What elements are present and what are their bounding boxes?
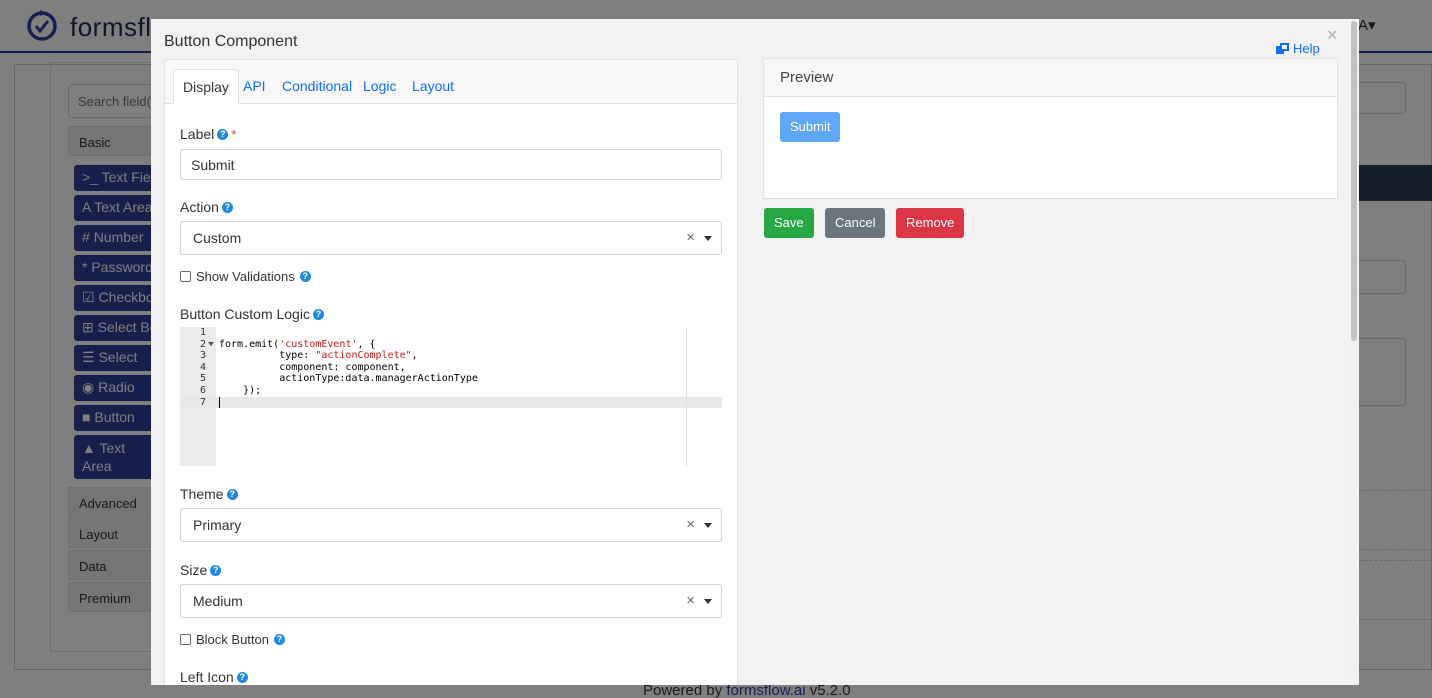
external-link-icon xyxy=(1276,43,1289,54)
tab-conditional[interactable]: Conditional xyxy=(273,69,361,104)
left-icon-text: Left Icon xyxy=(180,669,234,685)
question-circle-icon[interactable]: ? xyxy=(221,201,233,213)
question-circle-icon[interactable]: ? xyxy=(274,634,285,645)
print-margin xyxy=(686,327,687,466)
fold-arrow-icon[interactable] xyxy=(208,342,214,346)
code-line: actionType:data.managerActionType xyxy=(219,373,478,385)
tab-display[interactable]: Display xyxy=(173,69,239,105)
line-number: 5 xyxy=(199,373,206,385)
chevron-down-icon[interactable] xyxy=(704,236,712,241)
help-label: Help xyxy=(1293,41,1320,56)
code-line: component: component, xyxy=(219,361,406,373)
edit-tabs: Display API Conditional Logic Layout xyxy=(165,60,737,105)
clear-icon[interactable]: × xyxy=(686,229,695,246)
scrollbar-thumb[interactable] xyxy=(1351,21,1357,341)
custom-logic-text: Button Custom Logic xyxy=(180,306,310,322)
label-text: Label xyxy=(180,126,215,142)
tab-api[interactable]: API xyxy=(234,69,275,104)
required-marker: * xyxy=(231,126,237,142)
question-circle-icon[interactable]: ? xyxy=(226,488,238,500)
line-number: 7 xyxy=(199,396,206,408)
question-circle-icon[interactable]: ? xyxy=(217,128,229,140)
block-button-checkbox[interactable]: Block Button ? xyxy=(180,632,285,647)
size-field-label: Size ? xyxy=(180,562,222,578)
line-number: 6 xyxy=(199,385,206,396)
size-select[interactable]: Medium × xyxy=(180,584,722,618)
theme-value: Primary xyxy=(193,517,242,533)
size-value: Medium xyxy=(193,593,243,609)
question-circle-icon[interactable]: ? xyxy=(210,564,222,576)
label-field-label: Label ? * xyxy=(180,126,236,142)
question-circle-icon[interactable]: ? xyxy=(312,308,324,320)
text-cursor xyxy=(219,397,220,408)
theme-text: Theme xyxy=(180,486,224,502)
edit-form-panel: Display API Conditional Logic Layout Lab… xyxy=(164,59,738,685)
custom-logic-field-label: Button Custom Logic ? xyxy=(180,306,324,322)
theme-field-label: Theme ? xyxy=(180,486,238,502)
save-button[interactable]: Save xyxy=(764,208,814,238)
code-line: }); xyxy=(219,385,262,396)
line-number: 1 xyxy=(199,327,206,338)
preview-panel: Preview Submit xyxy=(763,58,1338,199)
button-component-modal: Button Component × Help Display API Cond… xyxy=(151,19,1359,685)
size-text: Size xyxy=(180,562,208,578)
active-line-highlight xyxy=(180,396,722,409)
code-editor[interactable]: 1 2 3 4 5 6 7 form.emit('customEvent', {… xyxy=(180,327,722,466)
show-validations-checkbox[interactable]: Show Validations ? xyxy=(180,269,311,284)
label-input[interactable]: Submit xyxy=(180,149,722,180)
question-circle-icon[interactable]: ? xyxy=(299,271,311,282)
show-validations-label: Show Validations xyxy=(196,269,295,284)
tab-layout[interactable]: Layout xyxy=(403,69,463,104)
chevron-down-icon[interactable] xyxy=(704,523,712,528)
action-value: Custom xyxy=(193,230,242,246)
code-line: form.emit('customEvent', { xyxy=(219,338,376,350)
theme-select[interactable]: Primary × xyxy=(180,508,722,542)
remove-button[interactable]: Remove xyxy=(896,208,965,238)
left-icon-field-label: Left Icon ? xyxy=(180,669,248,685)
question-circle-icon[interactable]: ? xyxy=(236,671,248,683)
line-number: 2 xyxy=(199,338,206,350)
block-button-label: Block Button xyxy=(196,632,269,647)
clear-icon[interactable]: × xyxy=(686,592,695,609)
preview-submit-button[interactable]: Submit xyxy=(780,112,841,142)
clear-icon[interactable]: × xyxy=(686,516,695,533)
close-icon[interactable]: × xyxy=(1327,25,1338,46)
chevron-down-icon[interactable] xyxy=(704,599,712,604)
line-number: 3 xyxy=(199,350,206,362)
action-field-label: Action ? xyxy=(180,199,233,215)
preview-title: Preview xyxy=(764,59,1337,97)
modal-title: Button Component xyxy=(164,33,298,50)
tab-logic[interactable]: Logic xyxy=(354,69,405,104)
checkbox-box[interactable] xyxy=(180,271,191,282)
code-line: type: "actionComplete", xyxy=(219,350,418,362)
action-text: Action xyxy=(180,199,219,215)
modal-scrollbar[interactable] xyxy=(1349,19,1359,685)
action-select[interactable]: Custom × xyxy=(180,221,722,255)
checkbox-box[interactable] xyxy=(180,634,191,645)
cancel-button[interactable]: Cancel xyxy=(825,208,886,238)
help-link[interactable]: Help xyxy=(1276,41,1320,56)
line-number: 4 xyxy=(199,361,206,373)
